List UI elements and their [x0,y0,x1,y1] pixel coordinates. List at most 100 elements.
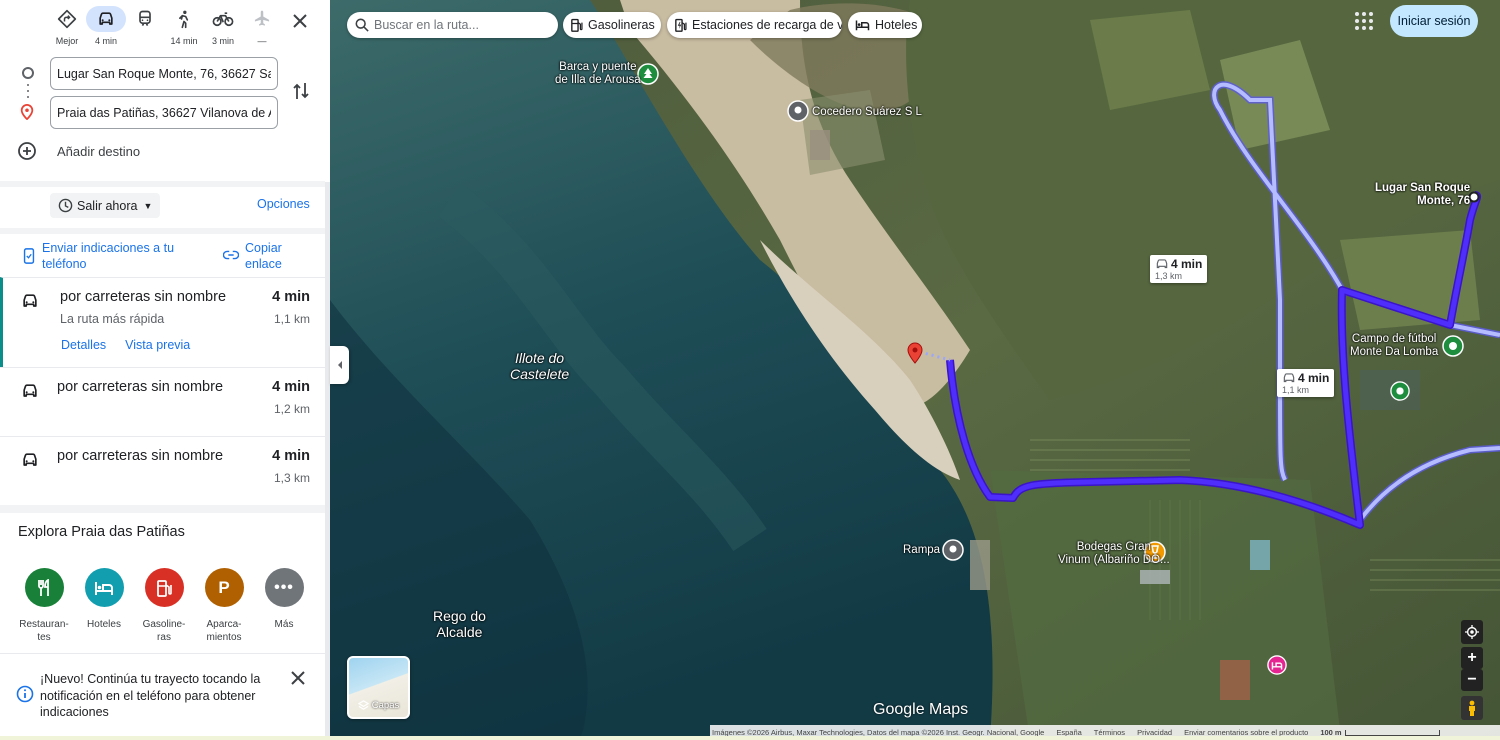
route-details-button[interactable]: Detalles [61,338,106,352]
park-marker-icon[interactable] [1390,381,1410,406]
category-label: Hoteles [87,619,121,630]
close-directions-button[interactable] [288,9,312,33]
send-to-phone-link[interactable]: Enviar indicaciones a tu teléfono [22,240,182,272]
destination-marker-icon[interactable] [907,342,923,369]
explore-title: Explora Praia das Patiñas [18,524,185,540]
share-row: Enviar indicaciones a tu teléfono Copiar… [0,234,325,277]
zoom-out-button[interactable]: − [1461,669,1483,691]
route-actions: Detalles Vista previa [61,338,190,352]
apps-grid-icon [1355,12,1373,30]
zoom-in-button[interactable]: + [1461,647,1483,669]
travel-mode-walk[interactable]: 14 min [164,6,204,52]
add-circle-icon [18,142,36,160]
category-more[interactable]: ••• Más [254,568,314,644]
depart-time-label: Salir ahora [77,198,138,213]
origin-input[interactable] [50,57,278,90]
car-icon [20,381,40,406]
route-tooltip[interactable]: 4 min 1,1 km [1277,369,1335,397]
plane-icon [242,6,282,32]
chip-ev-charging[interactable]: Estaciones de recarga de vehículos eléct… [667,12,842,38]
search-route-input[interactable] [374,18,554,32]
layers-button[interactable]: Capas [347,656,410,719]
hotel-icon [855,19,870,31]
category-label: Más [274,619,294,630]
place-marker-icon[interactable] [942,539,964,566]
parking-icon: P [204,568,244,607]
category-parking[interactable]: P Aparca- mientos [194,568,254,644]
bicycle-icon [203,6,243,32]
map-label-illote: Illote do Castelete [510,350,570,382]
car-icon [20,450,40,475]
diamond-route-icon [47,6,87,32]
swap-waypoints-button[interactable] [290,80,312,102]
category-hotels[interactable]: Hoteles [74,568,134,644]
route-distance: 1,2 km [273,402,310,416]
depart-time-dropdown[interactable]: Salir ahora ▼ [50,193,161,218]
add-destination-button[interactable]: Añadir destino [17,140,140,162]
travel-mode-best-label: Mejor [55,36,79,46]
origin-dot-icon [22,67,34,79]
layers-label-wrap: Capas [349,700,408,711]
waypoint-connector [27,84,29,98]
hotel-marker-icon[interactable] [1267,655,1287,680]
add-destination-label: Añadir destino [57,143,141,159]
street-view-pegman[interactable] [1461,696,1483,720]
search-icon [355,18,369,32]
place-marker-icon[interactable] [787,100,809,127]
chip-label: Hoteles [875,18,918,32]
hotel-icon [84,568,124,607]
notice-text: ¡Nuevo! Continúa tu trayecto tocando la … [40,672,261,719]
copy-link-button[interactable]: Copiar enlace [223,240,305,272]
ev-charging-icon [674,18,687,32]
travel-mode-car[interactable]: 4 min [86,6,126,52]
close-notice-button[interactable] [291,671,305,690]
section-divider [0,505,325,513]
chip-hotels[interactable]: Hoteles [848,12,922,38]
chip-gas-stations[interactable]: Gasolineras [563,12,661,38]
my-location-button[interactable] [1461,620,1483,644]
travel-mode-transit[interactable] [125,6,165,52]
travel-mode-flight-label: — [257,36,267,46]
route-option-1[interactable]: por carreteras sin nombre La ruta más rá… [0,277,325,367]
route-title: por carreteras sin nombre [57,379,224,395]
gas-station-icon [144,568,184,607]
new-feature-notice: ¡Nuevo! Continúa tu trayecto tocando la … [0,653,325,737]
route-duration: 4 min [272,379,310,395]
destination-input[interactable] [50,96,278,129]
category-gas-stations[interactable]: Gasoline- ras [134,568,194,644]
category-label: Aparca- mientos [206,619,242,643]
directions-scroll-area: Mejor 4 min 14 min 3 min — Lugar San Roq… [0,0,325,740]
phone-icon [23,248,35,264]
chip-label: Gasolineras [588,18,655,32]
walk-icon [164,6,204,32]
route-option-3[interactable]: por carreteras sin nombre 4 min 1,3 km [0,436,325,505]
route-option-2[interactable]: por carreteras sin nombre 4 min 1,2 km [0,367,325,436]
car-icon [86,6,126,32]
category-restaurants[interactable]: Restauran- tes [14,568,74,644]
tooltip-time: 4 min [1298,371,1330,385]
send-to-phone-label: Enviar indicaciones a tu teléfono [42,241,175,271]
travel-mode-best[interactable]: Mejor [47,6,87,52]
route-preview-button[interactable]: Vista previa [125,338,190,352]
explore-categories: Restauran- tes Hoteles Gasoline- ras P A… [14,568,314,644]
tooltip-distance: 1,3 km [1155,271,1183,281]
map-label-barca: Barca y puente de Illa de Arousa [555,61,641,86]
route-tooltip[interactable]: 4 min 1,3 km [1150,255,1208,283]
clock-icon [58,198,73,213]
car-icon [1156,259,1168,269]
google-apps-button[interactable] [1352,9,1376,33]
travel-mode-bike[interactable]: 3 min [203,6,243,52]
satellite-map[interactable]: Barca y puente de Illa de Arousa Coceder… [330,0,1500,740]
collapse-panel-button[interactable] [330,346,349,384]
category-label: Gasoline- ras [142,619,186,643]
sports-marker-icon[interactable] [1442,335,1464,362]
sign-in-button[interactable]: Iniciar sesión [1390,5,1478,37]
restaurant-icon [24,568,64,607]
section-divider [0,181,325,187]
search-along-route[interactable] [347,12,558,38]
travel-mode-flight[interactable]: — [242,6,282,52]
close-icon [293,14,307,28]
route-options-button[interactable]: Opciones [257,197,310,211]
route-distance: 1,3 km [273,471,310,485]
route-distance: 1,1 km [273,312,310,326]
